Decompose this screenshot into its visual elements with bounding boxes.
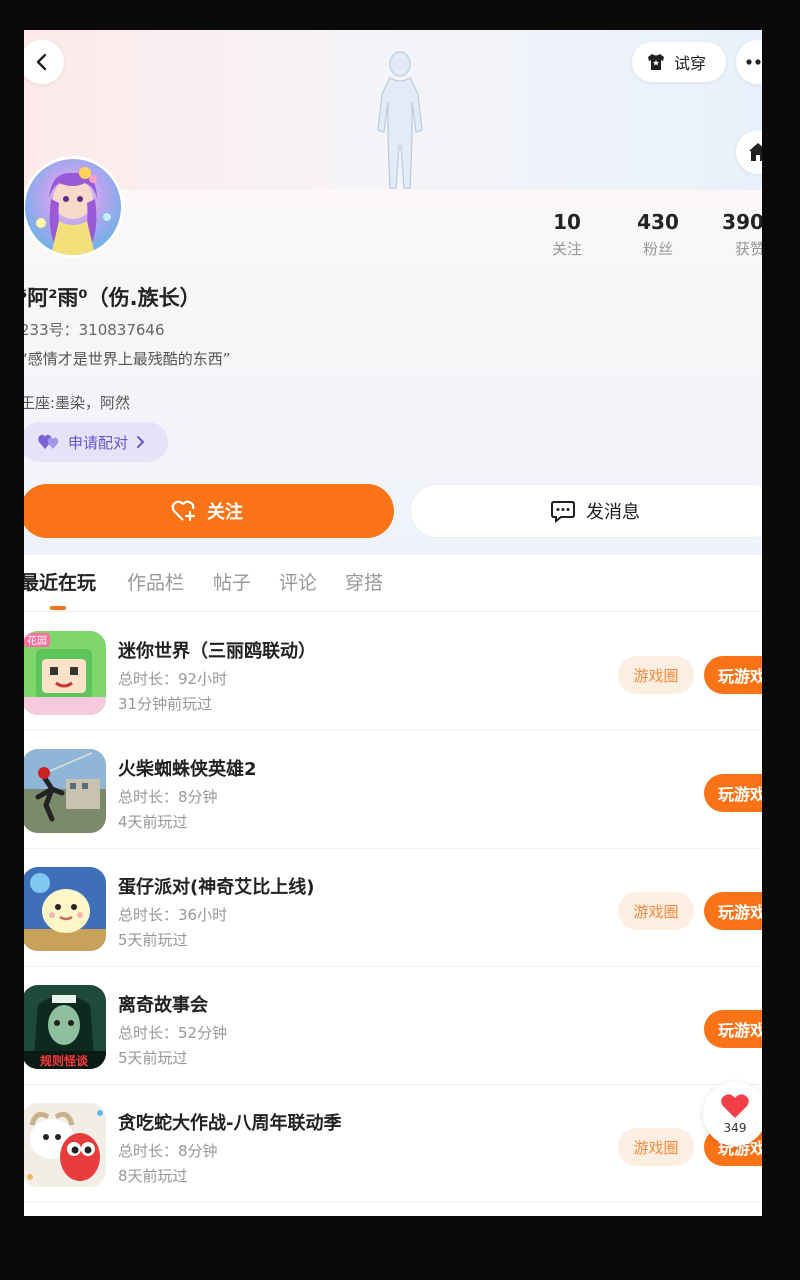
game-title: 贪吃蛇大作战-八周年联动季 xyxy=(118,1113,342,1134)
send-message-label: 发消息 xyxy=(586,502,640,523)
game-circle-button[interactable]: 游戏圈 xyxy=(618,892,694,930)
game-duration: 总时长：8分钟 xyxy=(118,1142,218,1160)
game-icon-mini-world[interactable]: 花园 xyxy=(24,631,106,715)
play-game-button[interactable]: 玩游戏 xyxy=(704,892,762,930)
frame-right xyxy=(762,0,800,1280)
double-heart-icon xyxy=(38,434,59,449)
game-duration: 总时长：36小时 xyxy=(118,906,228,924)
chat-bubble-icon xyxy=(551,501,575,523)
list-item[interactable]: 贪吃蛇大作战-八周年联动季 总时长：8分钟 8天前玩过 游戏圈 玩游戏 xyxy=(24,1085,762,1203)
list-item[interactable]: 蛋仔派对(神奇艾比上线) 总时长：36小时 5天前玩过 游戏圈 玩游戏 xyxy=(24,849,762,967)
game-last-played: 31分钟前玩过 xyxy=(118,695,213,713)
throne-info: 王座:墨染，阿然 xyxy=(24,394,131,412)
game-title: 火柴蜘蛛侠英雄2 xyxy=(118,759,257,780)
tab-recently-played[interactable]: 最近在玩 xyxy=(24,568,96,595)
profile-screen: 试穿 10 关注 430 粉丝 390 获赞 ⁶阿²雨⁰（伤.族长） 233号：… xyxy=(24,30,762,1216)
play-game-button[interactable]: 玩游戏 xyxy=(704,1010,762,1048)
game-circle-button[interactable]: 游戏圈 xyxy=(618,1128,694,1166)
stickman-spider-icon xyxy=(24,749,106,833)
game-duration: 总时长：52分钟 xyxy=(118,1024,228,1042)
profile-tabs: 最近在玩 作品栏 帖子 评论 穿搭 xyxy=(24,560,762,612)
game-duration: 总时长：8分钟 xyxy=(118,788,218,806)
follow-label: 关注 xyxy=(207,502,243,523)
stat-following-label: 关注 xyxy=(551,240,582,258)
stat-fans[interactable]: 430 粉丝 xyxy=(618,210,698,259)
game-duration: 总时长：92小时 xyxy=(118,670,228,688)
chevron-left-icon xyxy=(36,53,47,71)
game-last-played: 5天前玩过 xyxy=(118,931,188,949)
try-on-label: 试穿 xyxy=(674,54,707,73)
apply-pair-button[interactable]: 申请配对 xyxy=(24,422,168,462)
active-tab-indicator xyxy=(50,606,66,610)
avatar[interactable] xyxy=(24,156,124,258)
list-item[interactable]: 火柴蜘蛛侠英雄2 总时长：8分钟 4天前玩过 玩游戏 xyxy=(24,731,762,849)
mini-world-badge-text: 花园 xyxy=(27,634,47,647)
stat-following[interactable]: 10 关注 xyxy=(527,210,607,259)
game-circle-button[interactable]: 游戏圈 xyxy=(618,656,694,694)
list-item[interactable]: 花园 迷你世界（三丽鸥联动） 总时长：92小时 31分钟前玩过 游戏圈 玩游戏 xyxy=(24,613,762,731)
game-title: 蛋仔派对(神奇艾比上线) xyxy=(118,877,315,898)
stats-bar: 10 关注 430 粉丝 3900 获赞 xyxy=(524,210,762,270)
frame-bottom xyxy=(0,1216,800,1280)
apply-pair-label: 申请配对 xyxy=(68,433,129,452)
snake-battle-icon xyxy=(24,1103,106,1187)
anime-girl-avatar-icon xyxy=(36,167,111,255)
home-icon xyxy=(749,143,762,161)
game-last-played: 5天前玩过 xyxy=(118,1049,188,1067)
chevron-right-icon xyxy=(137,436,145,448)
game-icon-stickman-spider[interactable] xyxy=(24,749,106,833)
tab-comments[interactable]: 评论 xyxy=(279,568,317,595)
heart-plus-icon xyxy=(171,500,196,522)
like-count: 349 xyxy=(723,1121,747,1135)
strange-stories-icon: 规则怪谈 xyxy=(24,985,106,1069)
stat-likes-count: 3900 xyxy=(722,210,762,234)
strange-stories-badge-text: 规则怪谈 xyxy=(40,1053,89,1068)
like-button[interactable]: 349 xyxy=(703,1082,762,1146)
tab-posts[interactable]: 帖子 xyxy=(213,568,251,595)
game-icon-snake-battle[interactable] xyxy=(24,1103,106,1187)
game-title: 迷你世界（三丽鸥联动） xyxy=(118,641,316,662)
frame-left xyxy=(0,0,24,1280)
play-game-button[interactable]: 玩游戏 xyxy=(704,774,762,812)
game-last-played: 8天前玩过 xyxy=(118,1167,188,1185)
stat-fans-label: 粉丝 xyxy=(642,240,673,258)
stat-likes[interactable]: 3900 获赞 xyxy=(710,210,762,259)
list-item[interactable]: 规则怪谈 离奇故事会 总时长：52分钟 5天前玩过 玩游戏 xyxy=(24,967,762,1085)
user-id[interactable]: 233号：310837646 xyxy=(24,319,165,340)
frame-top xyxy=(0,0,800,30)
eggy-party-icon xyxy=(24,867,106,951)
follow-button[interactable]: 关注 xyxy=(24,484,394,538)
tab-outfits[interactable]: 穿搭 xyxy=(345,568,383,595)
try-on-button[interactable]: 试穿 xyxy=(632,42,726,82)
game-icon-strange-stories[interactable]: 规则怪谈 xyxy=(24,985,106,1069)
game-last-played: 4天前玩过 xyxy=(118,813,188,831)
mini-world-icon: 花园 xyxy=(24,631,106,715)
username: ⁶阿²雨⁰（伤.族长） xyxy=(24,286,201,310)
user-bio: “感情才是世界上最残酷的东西” xyxy=(24,350,231,368)
stat-fans-count: 430 xyxy=(637,210,679,234)
play-game-button[interactable]: 玩游戏 xyxy=(704,656,762,694)
game-icon-eggy-party[interactable] xyxy=(24,867,106,951)
tab-works[interactable]: 作品栏 xyxy=(127,568,184,595)
heart-icon xyxy=(721,1094,749,1118)
stat-likes-label: 获赞 xyxy=(734,240,762,258)
more-dots-icon xyxy=(746,59,761,65)
avatar-figure-icon xyxy=(377,51,423,189)
stat-following-count: 10 xyxy=(553,210,581,234)
clothes-icon xyxy=(648,54,664,70)
send-message-button[interactable]: 发消息 xyxy=(410,484,762,538)
game-title: 离奇故事会 xyxy=(118,995,208,1016)
